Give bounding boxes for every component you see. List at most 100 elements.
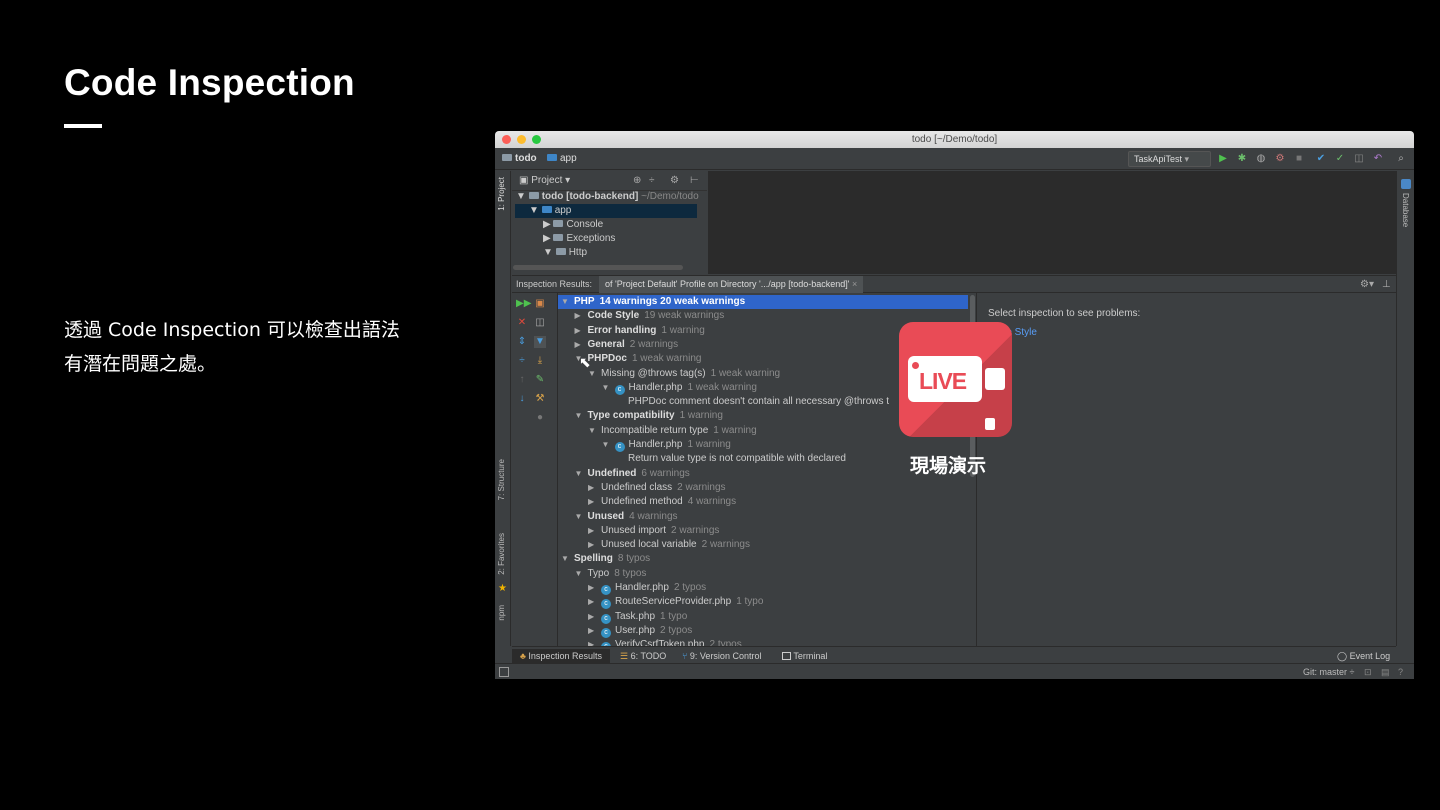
inspection-tree-row[interactable]: ▶ Code Style 19 weak warnings — [575, 309, 725, 323]
inspection-tree-row[interactable]: ▼ Spelling 8 typos — [561, 552, 650, 566]
inspection-tree-row[interactable]: ▶cVerifyCsrfToken.php2 typos — [588, 638, 742, 646]
tool-tab-project[interactable]: 1: Project — [497, 177, 506, 211]
group-by-directory-icon[interactable]: ◫ — [534, 317, 546, 329]
run-icon[interactable]: ▶ — [1218, 154, 1228, 164]
gear-icon[interactable]: ⚙▾ — [1360, 279, 1374, 290]
next-icon[interactable]: ↓ — [516, 393, 528, 405]
horizontal-scrollbar[interactable] — [513, 265, 683, 270]
collapsed-arrow-icon[interactable]: ▶ — [588, 524, 601, 538]
expanded-arrow-icon[interactable]: ▼ — [602, 381, 615, 395]
run-config-select[interactable]: TaskApiTest ▾ — [1128, 151, 1211, 167]
suppress-icon[interactable]: ⚒ — [534, 393, 546, 405]
revert-icon[interactable]: ↶ — [1373, 154, 1383, 164]
expanded-arrow-icon[interactable]: ▼ — [575, 467, 588, 481]
inspection-tree-row[interactable]: ▶ Error handling 1 warning — [575, 324, 705, 338]
collapsed-arrow-icon[interactable]: ▶ — [588, 481, 601, 495]
close-icon[interactable]: × — [852, 279, 857, 289]
inspection-tab[interactable]: of 'Project Default' Profile on Director… — [599, 276, 864, 293]
expanded-arrow-icon[interactable]: ▼ — [575, 510, 588, 524]
expanded-arrow-icon[interactable]: ▼ — [561, 552, 574, 566]
tool-tab-favorites[interactable]: 2: Favorites — [497, 533, 506, 575]
inspection-tree-row[interactable]: ▶ c RouteServiceProvider.php 1 typo — [588, 595, 763, 610]
help-icon[interactable]: ? — [1398, 667, 1403, 677]
inspection-tree-row[interactable]: ▶ c Handler.php 2 typos — [588, 581, 706, 595]
collapsed-arrow-icon[interactable]: ▶ — [588, 610, 601, 624]
inspection-tree-row[interactable]: ▼ Undefined 6 warnings — [575, 467, 690, 481]
inspection-tree-row[interactable]: ▶ Unused import 2 warnings — [588, 524, 719, 538]
lock-icon[interactable]: ⊡ — [1364, 667, 1372, 678]
tree-row-http[interactable]: ▼ Http — [543, 247, 587, 258]
hide-panel-icon[interactable]: ⊥ — [1382, 279, 1391, 290]
inspection-tree-row[interactable]: ▶ c User.php 2 typos — [588, 624, 692, 638]
stop-icon[interactable]: ■ — [1294, 154, 1304, 164]
event-log-button[interactable]: ◯ Event Log — [1337, 649, 1390, 663]
collapsed-arrow-icon[interactable]: ▶ — [575, 338, 588, 352]
tab-inspection-results[interactable]: ♣ Inspection Results — [512, 649, 610, 663]
inspection-tree-row[interactable]: ▼ c Handler.php 1 weak warning — [602, 381, 757, 395]
tree-row-exceptions[interactable]: ▶ Exceptions — [543, 233, 615, 244]
inspection-tree-row[interactable]: ▼ Incompatible return type 1 warning — [588, 424, 757, 438]
collapsed-arrow-icon[interactable]: ▶ — [588, 538, 601, 552]
edit-settings-icon[interactable]: ✎ — [534, 374, 546, 386]
collapse-all-icon[interactable]: ÷ — [649, 175, 655, 186]
memory-icon[interactable]: ▤ — [1381, 667, 1390, 678]
inspection-tree-row[interactable]: Return value type is not compatible with… — [615, 452, 846, 466]
inspection-tree-row[interactable]: ▼ Unused 4 warnings — [575, 510, 678, 524]
debug-icon[interactable]: ✱ — [1237, 154, 1247, 164]
close-window-button[interactable] — [502, 135, 511, 144]
tab-version-control[interactable]: ⑂ 9: Version Control — [682, 649, 761, 663]
lightbulb-icon[interactable]: ● — [534, 412, 546, 424]
inspection-tree-row[interactable]: ▶ c Task.php 1 typo — [588, 610, 687, 624]
tool-tab-database[interactable]: Database — [1401, 193, 1410, 227]
expanded-arrow-icon[interactable]: ▼ — [602, 438, 615, 452]
tree-row-app[interactable]: ▼ app — [529, 205, 571, 216]
expanded-arrow-icon[interactable]: ▼ — [561, 295, 574, 309]
close-icon[interactable]: ✕ — [516, 317, 528, 329]
zoom-window-button[interactable] — [532, 135, 541, 144]
collapse-all-icon[interactable]: ÷ — [516, 355, 528, 367]
editor-area[interactable] — [708, 171, 1396, 274]
collapsed-arrow-icon[interactable]: ▶ — [588, 638, 601, 646]
expanded-arrow-icon[interactable]: ▼ — [588, 424, 601, 438]
vcs-commit-icon[interactable]: ✓ — [1335, 154, 1345, 164]
inspection-tree-row[interactable]: ▼ PHP 14 warnings 20 weak warnings — [561, 295, 745, 309]
minimize-window-button[interactable] — [517, 135, 526, 144]
breadcrumb-app[interactable]: app — [547, 153, 577, 164]
tree-row-root[interactable]: ▼ todo [todo-backend] ~/Demo/todo — [516, 191, 699, 202]
vcs-history-icon[interactable]: ◫ — [1354, 154, 1364, 164]
inspection-tree-row[interactable]: ▼ Missing @throws tag(s) 1 weak warning — [588, 367, 780, 381]
inspection-tree-row[interactable]: ▶ General 2 warnings — [575, 338, 679, 352]
inspection-tree-row[interactable]: ▼ Type compatibility 1 warning — [575, 409, 723, 423]
filter-icon[interactable]: ▼ — [534, 336, 546, 348]
profile-icon[interactable]: ⚙ — [1275, 154, 1285, 164]
tool-tab-structure[interactable]: 7: Structure — [497, 459, 506, 500]
coverage-icon[interactable]: ◍ — [1256, 154, 1266, 164]
inspection-tree-row[interactable]: ▼ Typo 8 typos — [575, 567, 647, 581]
collapsed-arrow-icon[interactable]: ▶ — [588, 595, 601, 609]
gear-icon[interactable]: ⚙ — [670, 175, 679, 186]
inspection-tree-row[interactable]: ▶ Undefined method 4 warnings — [588, 495, 736, 509]
inspection-tree-row[interactable]: ▶ Undefined class 2 warnings — [588, 481, 726, 495]
tree-row-console[interactable]: ▶ Console — [543, 219, 603, 230]
collapsed-arrow-icon[interactable]: ▶ — [588, 495, 601, 509]
vcs-update-icon[interactable]: ✔ — [1316, 154, 1326, 164]
git-branch-status[interactable]: Git: master ÷ — [1303, 667, 1354, 677]
inspection-tree-row[interactable]: PHPDoc comment doesn't contain all neces… — [615, 395, 889, 409]
expand-all-icon[interactable]: ⇕ — [516, 336, 528, 348]
tab-todo[interactable]: ☰ 6: TODO — [620, 649, 666, 663]
collapsed-arrow-icon[interactable]: ▶ — [588, 624, 601, 638]
group-by-icon[interactable]: ▣ — [534, 298, 546, 310]
hide-panel-icon[interactable]: ⊢ — [690, 175, 699, 186]
inspection-tree-row[interactable]: ▼ c Handler.php 1 warning — [602, 438, 731, 452]
collapsed-arrow-icon[interactable]: ▶ — [588, 581, 601, 595]
project-view-select[interactable]: ▣ Project ▾ — [519, 175, 570, 186]
inspection-tree-row[interactable]: ▶ Unused local variable 2 warnings — [588, 538, 750, 552]
locate-icon[interactable]: ⊕ — [633, 175, 641, 186]
tab-terminal[interactable]: Terminal — [782, 649, 827, 663]
export-icon[interactable]: ⤓ — [534, 355, 546, 367]
expanded-arrow-icon[interactable]: ▼ — [575, 409, 588, 423]
tool-tab-npm[interactable]: npm — [497, 605, 506, 621]
breadcrumb-todo[interactable]: todo — [502, 153, 537, 164]
search-icon[interactable]: ⌕ — [1396, 154, 1406, 164]
rerun-icon[interactable]: ▶▶ — [516, 298, 531, 310]
